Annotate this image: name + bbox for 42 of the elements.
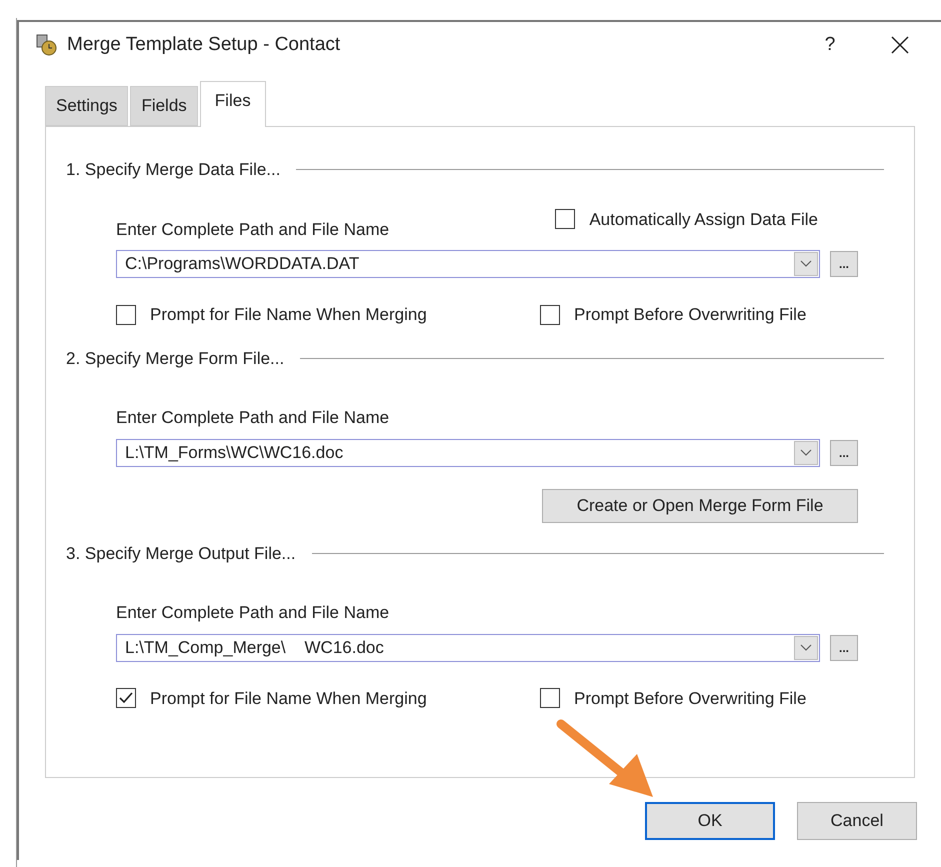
checkbox[interactable] [540, 688, 560, 708]
check-icon [119, 692, 133, 704]
path-combo-box[interactable]: L:\TM_Forms\WC\WC16.doc [116, 438, 820, 466]
window-title: Merge Template Setup - Contact [67, 32, 340, 57]
path-combo-box[interactable]: L:\TM_Comp_Merge\ WC16.doc [116, 634, 820, 662]
browse-button[interactable]: ... [830, 440, 858, 466]
chevron-down-icon [800, 260, 812, 268]
tab[interactable]: Files [200, 81, 266, 127]
browse-button[interactable]: ... [830, 251, 858, 277]
field-label: Enter Complete Path and File Name [116, 602, 390, 624]
chevron-down-icon [800, 448, 812, 456]
checkbox[interactable] [116, 688, 136, 708]
dialog-button[interactable]: OK [645, 802, 775, 840]
checkbox-label: Prompt for File Name When Merging [150, 304, 427, 326]
path-value: C:\Programs\WORDDATA.DAT [125, 253, 360, 276]
browse-button[interactable]: ... [830, 634, 858, 660]
checkbox-label: Prompt Before Overwriting File [574, 688, 806, 710]
section-heading: 2. Specify Merge Form File... [66, 348, 284, 370]
path-value: L:\TM_Forms\WC\WC16.doc [125, 442, 344, 464]
checkbox[interactable] [555, 209, 576, 230]
close-icon [891, 36, 909, 54]
path-value: L:\TM_Comp_Merge\ WC16.doc [125, 636, 385, 659]
checkbox-label: Prompt for File Name When Merging [150, 688, 427, 710]
field-label: Enter Complete Path and File Name [116, 218, 390, 240]
dropdown-button[interactable] [794, 440, 818, 464]
checkbox[interactable] [116, 304, 136, 325]
section-heading: 3. Specify Merge Output File... [66, 542, 296, 564]
help-button[interactable]: ? [815, 30, 845, 60]
tab[interactable]: Settings [45, 86, 128, 126]
field-label: Enter Complete Path and File Name [116, 407, 390, 429]
tab[interactable]: Fields [130, 86, 198, 126]
dialog-button[interactable]: Cancel [797, 802, 917, 840]
section-heading: 1. Specify Merge Data File... [66, 159, 280, 181]
chevron-down-icon [800, 644, 812, 652]
checkbox[interactable] [540, 304, 560, 325]
dropdown-button[interactable] [794, 636, 818, 660]
path-combo-box[interactable]: C:\Programs\WORDDATA.DAT [116, 250, 820, 278]
clock-icon [35, 34, 57, 56]
checkbox-label: Prompt Before Overwriting File [574, 304, 806, 326]
create-form-button[interactable]: Create or Open Merge Form File [542, 488, 858, 522]
checkbox-label: Automatically Assign Data File [589, 208, 818, 230]
dropdown-button[interactable] [794, 252, 818, 276]
